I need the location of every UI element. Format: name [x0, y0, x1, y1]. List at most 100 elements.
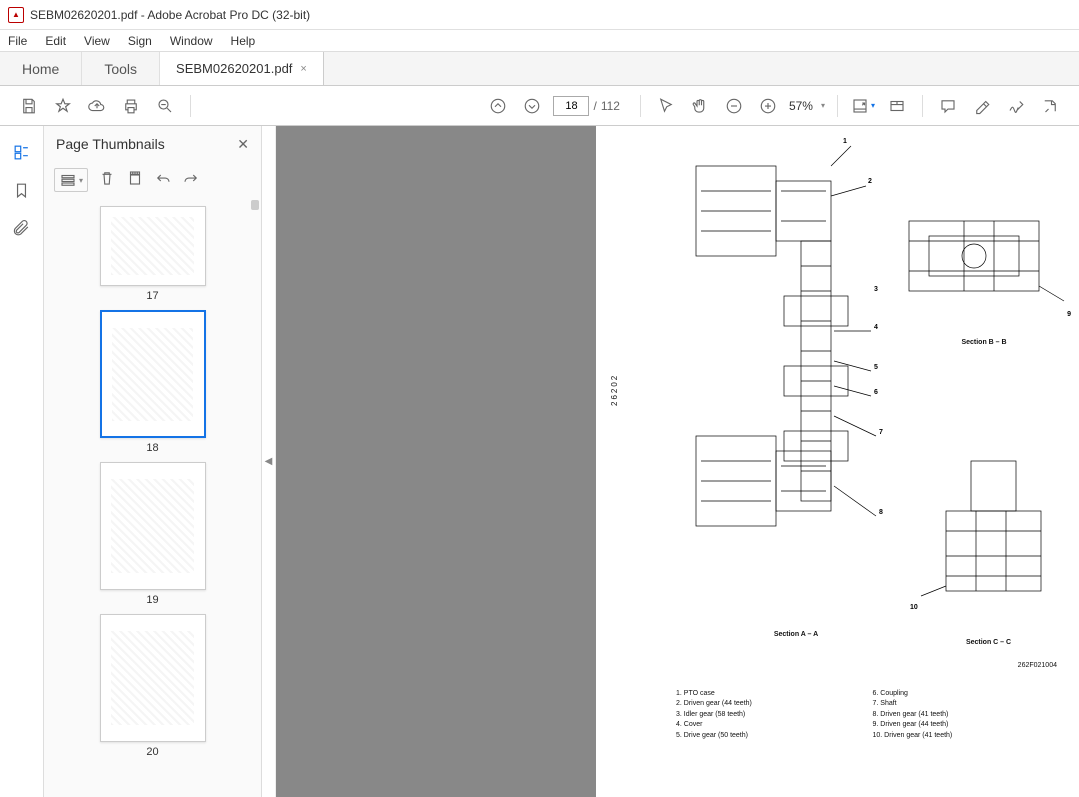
tab-bar: Home Tools SEBM02620201.pdf × — [0, 52, 1079, 86]
callout-5: 5 — [874, 364, 878, 371]
thumbnail-number: 19 — [146, 594, 158, 606]
main-toolbar: / 112 57% ▾ ▾ — [0, 86, 1079, 126]
zoom-level[interactable]: 57% — [785, 99, 817, 113]
legend-item: 4. Cover — [676, 720, 873, 731]
section-a-label: Section A – A — [666, 631, 926, 638]
zoom-in-button[interactable] — [754, 92, 782, 120]
callout-1: 1 — [843, 138, 847, 145]
collapse-panel-button[interactable]: ◀ — [262, 126, 276, 797]
thumbnail-number: 20 — [146, 746, 158, 758]
callout-2: 2 — [868, 178, 872, 185]
page-up-button[interactable] — [484, 92, 512, 120]
attachments-tab-icon[interactable] — [8, 214, 36, 242]
thumbnails-options-button[interactable]: ▾ — [54, 168, 88, 192]
side-rail — [0, 126, 44, 797]
toolbar-separator — [190, 95, 191, 117]
figure-reference: 262F021004 — [1018, 662, 1057, 669]
undo-icon[interactable] — [154, 169, 172, 192]
toolbar-separator — [922, 95, 923, 117]
select-tool-button[interactable] — [652, 92, 680, 120]
hand-tool-button[interactable] — [686, 92, 714, 120]
legend-item: 3. Idler gear (58 teeth) — [676, 710, 873, 721]
legend-item: 9. Driven gear (44 teeth) — [873, 720, 1070, 731]
menu-view[interactable]: View — [84, 34, 110, 48]
toolbar-separator — [640, 95, 641, 117]
star-button[interactable] — [49, 92, 77, 120]
section-c-label: Section C – C — [916, 639, 1061, 646]
thumbnails-list[interactable]: 17 18 19 20 — [44, 198, 261, 797]
thumbnail-17[interactable]: 17 — [100, 206, 206, 302]
thumbnail-number: 17 — [146, 290, 158, 302]
thumbnails-title: Page Thumbnails — [56, 136, 165, 152]
legend-item: 10. Driven gear (41 teeth) — [873, 731, 1070, 742]
section-a-drawing: 1 2 4 5 6 7 8 3 Section A – A — [666, 136, 926, 636]
section-b-label: Section B – B — [899, 339, 1069, 346]
find-button[interactable] — [151, 92, 179, 120]
rotate-page-icon[interactable] — [126, 169, 144, 192]
page-view[interactable]: 26202 — [276, 126, 1079, 797]
side-page-number: 26202 — [610, 374, 619, 406]
bookmarks-tab-icon[interactable] — [8, 176, 36, 204]
thumbnail-number: 18 — [146, 442, 158, 454]
tab-document-label: SEBM02620201.pdf — [176, 61, 292, 76]
comment-button[interactable] — [934, 92, 962, 120]
menu-edit[interactable]: Edit — [45, 34, 66, 48]
section-c-drawing: 10 Section C – C — [916, 456, 1061, 646]
zoom-out-button[interactable] — [720, 92, 748, 120]
thumbnail-20[interactable]: 20 — [100, 614, 206, 758]
callout-4: 4 — [874, 324, 878, 331]
sign-button[interactable] — [1002, 92, 1030, 120]
menu-sign[interactable]: Sign — [128, 34, 152, 48]
section-b-drawing: 9 Section B – B — [899, 196, 1069, 346]
save-button[interactable] — [15, 92, 43, 120]
panel-close-icon[interactable]: ✕ — [237, 136, 249, 153]
window-title: SEBM02620201.pdf - Adobe Acrobat Pro DC … — [30, 8, 310, 22]
page-down-button[interactable] — [518, 92, 546, 120]
delete-page-icon[interactable] — [98, 169, 116, 192]
more-tools-button[interactable] — [1036, 92, 1064, 120]
highlight-button[interactable] — [968, 92, 996, 120]
tab-home[interactable]: Home — [0, 52, 82, 85]
thumbnails-panel: Page Thumbnails ✕ ▾ 17 18 19 — [44, 126, 262, 797]
legend-item: 6. Coupling — [873, 689, 1070, 700]
tab-close-icon[interactable]: × — [300, 63, 306, 75]
legend-item: 5. Drive gear (50 teeth) — [676, 731, 873, 742]
thumbnails-tab-icon[interactable] — [8, 138, 36, 166]
document-page: 26202 — [596, 126, 1079, 797]
page-number-input[interactable] — [553, 96, 589, 116]
legend-item: 1. PTO case — [676, 689, 873, 700]
thumbnail-18[interactable]: 18 — [100, 310, 206, 454]
thumbnails-toolbar: ▾ — [44, 162, 261, 198]
callout-3: 3 — [874, 286, 878, 293]
callout-8: 8 — [879, 509, 883, 516]
legend-item: 7. Shaft — [873, 699, 1070, 710]
page-total: 112 — [601, 99, 620, 113]
pdf-file-icon: ▲ — [8, 7, 24, 23]
callout-7: 7 — [879, 429, 883, 436]
tab-tools[interactable]: Tools — [82, 52, 160, 85]
legend-col-1: 1. PTO case 2. Driven gear (44 teeth) 3.… — [676, 689, 873, 742]
toolbar-separator — [837, 95, 838, 117]
read-mode-button[interactable] — [883, 92, 911, 120]
legend-col-2: 6. Coupling 7. Shaft 8. Driven gear (41 … — [873, 689, 1070, 742]
redo-icon[interactable] — [182, 169, 200, 192]
thumbnails-header: Page Thumbnails ✕ — [44, 126, 261, 162]
content-area: Page Thumbnails ✕ ▾ 17 18 19 — [0, 126, 1079, 797]
callout-6: 6 — [874, 389, 878, 396]
page-display-button[interactable]: ▾ — [849, 92, 877, 120]
menu-bar: File Edit View Sign Window Help — [0, 30, 1079, 52]
cloud-button[interactable] — [83, 92, 111, 120]
tab-document[interactable]: SEBM02620201.pdf × — [160, 52, 324, 85]
menu-help[interactable]: Help — [231, 34, 256, 48]
scroll-indicator — [251, 200, 259, 210]
print-button[interactable] — [117, 92, 145, 120]
menu-window[interactable]: Window — [170, 34, 213, 48]
title-bar: ▲ SEBM02620201.pdf - Adobe Acrobat Pro D… — [0, 0, 1079, 30]
legend-item: 8. Driven gear (41 teeth) — [873, 710, 1070, 721]
thumbnail-19[interactable]: 19 — [100, 462, 206, 606]
menu-file[interactable]: File — [8, 34, 27, 48]
callout-9: 9 — [1067, 311, 1071, 318]
page-gutter — [276, 126, 596, 797]
parts-legend: 1. PTO case 2. Driven gear (44 teeth) 3.… — [676, 689, 1069, 742]
zoom-dropdown-icon[interactable]: ▾ — [817, 101, 829, 110]
